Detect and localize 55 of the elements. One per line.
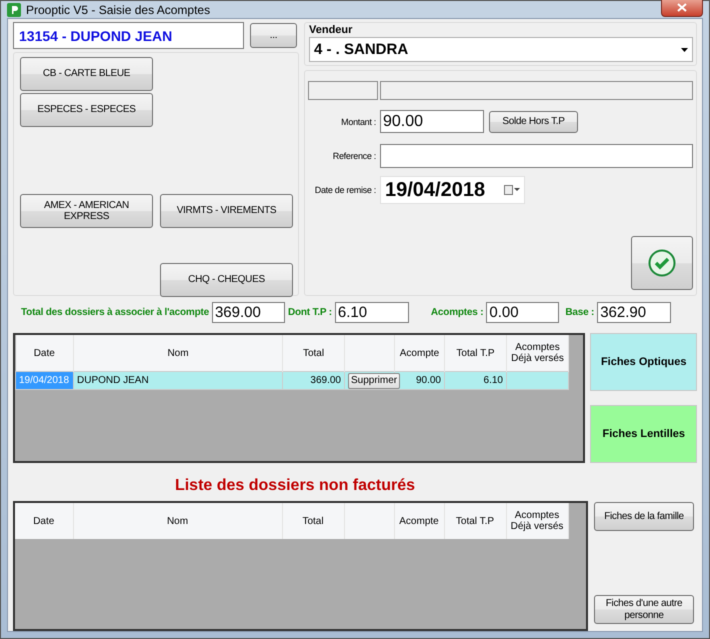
window-title: Prooptic V5 - Saisie des Acomptes [26,2,212,16]
total-field[interactable]: 369.00 [212,302,285,322]
date-picker[interactable]: 19/04/2018 [380,176,525,204]
payment-mode-button[interactable]: AMEX - AMERICAN EXPRESS [20,194,153,228]
total-field[interactable]: 6.10 [334,302,409,322]
total-label: Total des dossiers à associer à l'acompte [21,306,209,318]
column-header[interactable]: Total T.P [444,503,506,539]
calendar-icon [504,185,520,195]
close-icon [677,3,687,12]
reference-field[interactable] [380,144,693,168]
payment-mode-button[interactable]: CHQ - CHEQUES [160,263,293,297]
table-cell: 19/04/2018 [16,372,74,390]
section-title: Liste des dossiers non facturés [174,477,416,495]
payment-mode-button[interactable]: VIRMTS - VIREMENTS [160,194,293,228]
column-header[interactable]: Nom [74,335,282,372]
reference-label: Reference : [332,151,376,161]
montant-field[interactable]: 90.00 [380,110,484,133]
empty-field [308,81,378,100]
column-header[interactable]: Date [16,335,74,372]
validate-button[interactable] [631,236,693,290]
column-header[interactable]: Nom [73,503,282,539]
column-header[interactable]: Acomptes Déjà versés [506,335,568,372]
app-logo-icon [7,2,21,16]
total-field[interactable]: 0.00 [486,302,560,322]
table-cell: 6.10 [444,372,506,390]
column-header[interactable]: Total [282,335,344,372]
vendeur-select[interactable]: 4 - . SANDRA [309,37,693,62]
column-header[interactable]: Total T.P [444,335,506,372]
total-label: Acomptes : [430,306,484,318]
fiches-button[interactable]: Fiches Lentilles [590,405,697,463]
payment-mode-button[interactable]: CB - CARTE BLEUE [20,57,153,91]
solde-button[interactable]: Solde Hors T.P [489,110,578,132]
fiches-button[interactable]: Fiches Optiques [590,333,697,391]
payment-mode-button[interactable]: ESPECES - ESPECES [20,93,153,127]
total-label: Base : [565,306,594,318]
check-icon [648,249,676,277]
montant-label: Montant : [340,116,376,126]
date-label: Date de remise : [314,185,376,195]
vendeur-label: Vendeur [309,24,354,36]
column-header[interactable]: Acompte [394,335,444,372]
browse-button[interactable]: ... [250,23,297,48]
fiches-button[interactable]: Fiches d'une autre personne [594,595,694,624]
column-header[interactable]: Acomptes Déjà versés [506,503,568,539]
column-header[interactable]: Date [15,503,73,539]
column-header[interactable]: Total [282,503,344,539]
close-button[interactable] [661,0,703,16]
table-cell: DUPOND JEAN [74,372,282,390]
total-label: Dont T.P : [288,306,332,318]
delete-button[interactable]: Supprimer [348,372,400,388]
client-field[interactable]: 13154 - DUPOND JEAN [13,22,244,49]
column-header[interactable]: Acompte [394,503,444,539]
fiches-button[interactable]: Fiches de la famille [594,502,694,531]
table-cell: 369.00 [282,372,344,390]
dropdown-arrow-icon [681,48,688,52]
total-field[interactable]: 362.90 [597,302,672,322]
